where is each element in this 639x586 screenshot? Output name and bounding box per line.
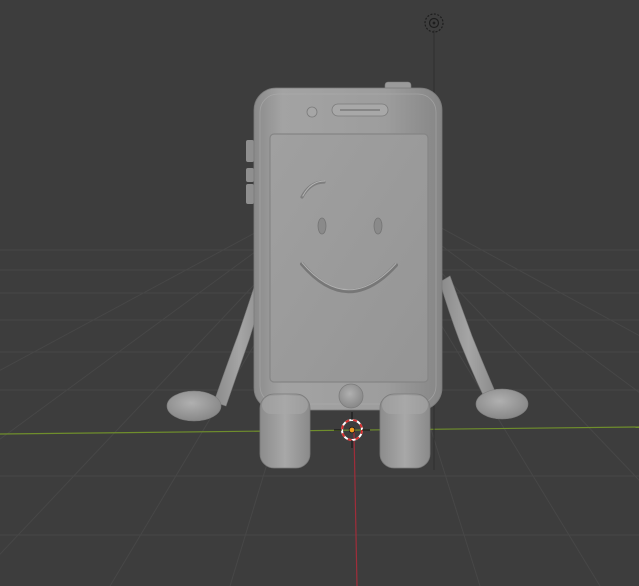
camera	[306, 106, 318, 118]
light-icon[interactable]	[424, 13, 444, 33]
x-axis-line	[0, 426, 639, 435]
left-foot[interactable]	[259, 393, 311, 469]
z-axis-line	[353, 431, 358, 586]
right-foot[interactable]	[379, 393, 431, 469]
left-eye	[317, 217, 327, 235]
right-eye	[373, 217, 383, 235]
right-hand[interactable]	[475, 388, 529, 420]
3d-viewport[interactable]	[0, 0, 639, 586]
phone-body[interactable]	[246, 81, 443, 411]
phone-screen	[269, 133, 429, 383]
home-button[interactable]	[338, 383, 364, 409]
origin-point-icon	[348, 426, 356, 434]
left-hand[interactable]	[166, 390, 222, 422]
viewport-canvas[interactable]	[0, 0, 639, 586]
right-arm[interactable]	[439, 275, 498, 402]
